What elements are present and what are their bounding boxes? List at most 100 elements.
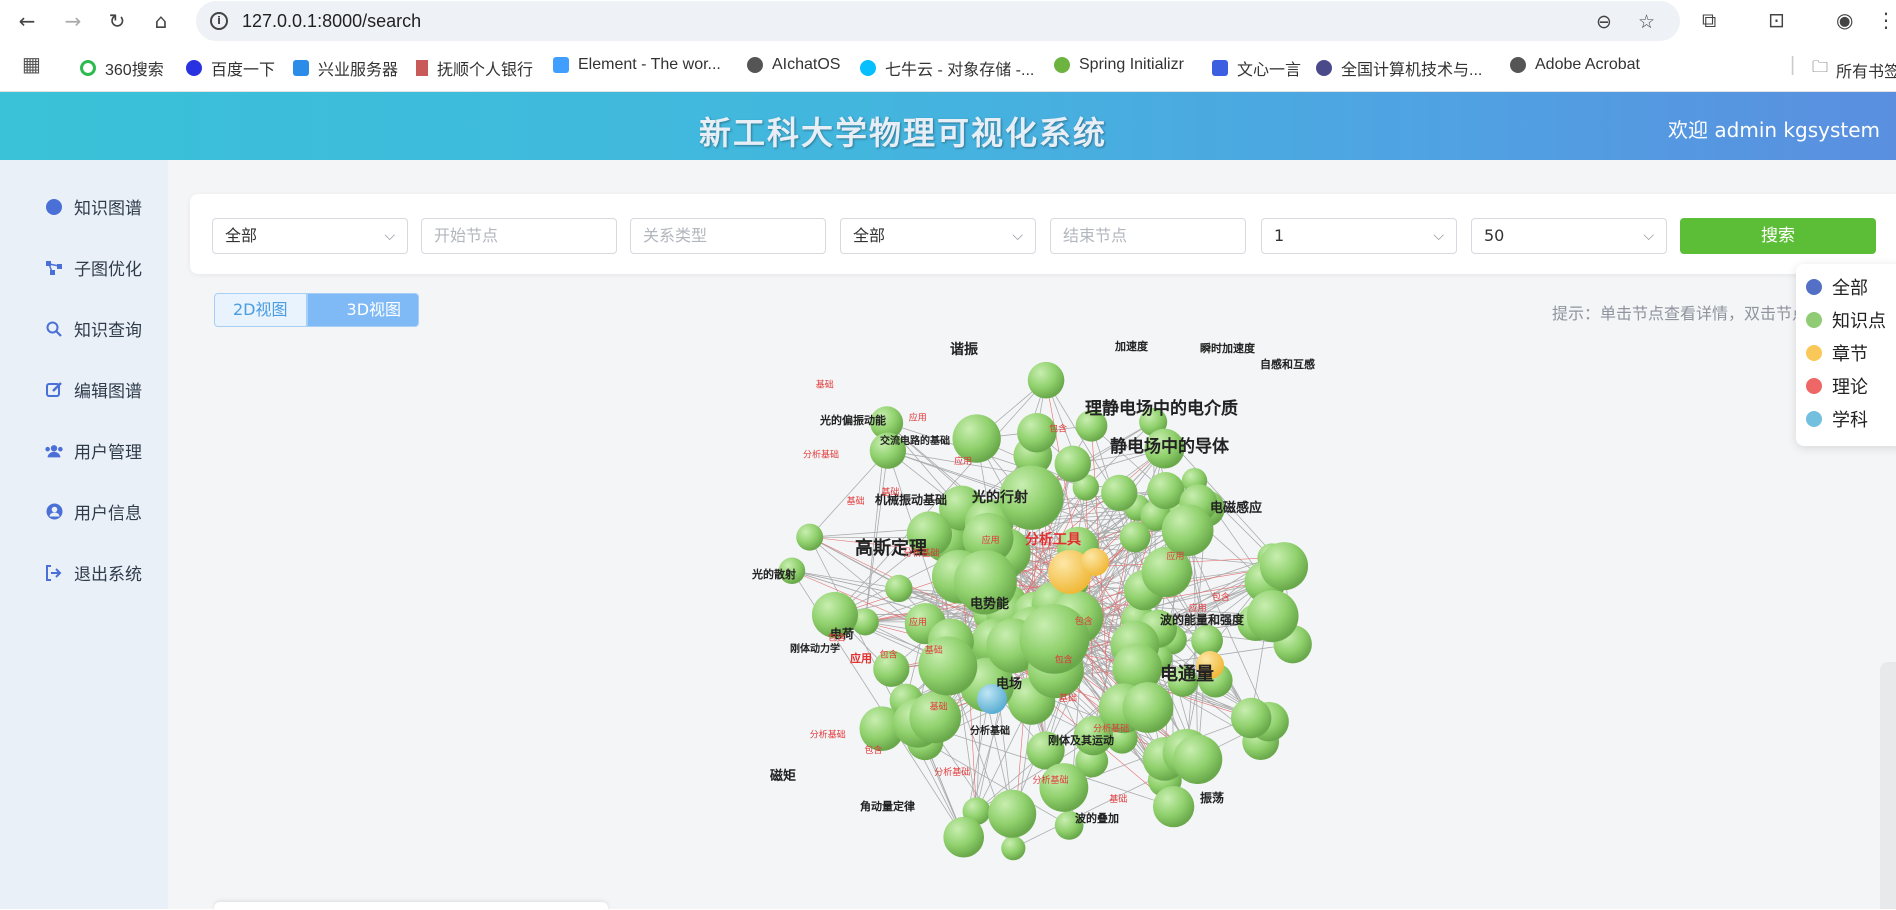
graph-node-label: 磁矩 [770, 768, 796, 784]
welcome-text: 欢迎 admin kgsystem [1668, 114, 1880, 143]
graph-node[interactable] [909, 692, 961, 744]
sidebar-item-label: 知识图谱 [74, 194, 142, 219]
bookmarks-folder[interactable]: 🗀所有书签 [1812, 56, 1896, 83]
chapter-node[interactable] [1081, 548, 1109, 576]
apps-grid-icon[interactable]: ▦ [22, 52, 41, 77]
menu-icon[interactable]: ⋮ [1876, 8, 1896, 32]
end-type-select[interactable]: 全部⌵ [840, 218, 1036, 254]
graph-node[interactable] [988, 790, 1036, 838]
graph-link-label: 应用 [1189, 602, 1207, 614]
bookmark-item[interactable]: 抚顺个人银行 [416, 56, 533, 80]
profile-icon[interactable]: ◉ [1836, 8, 1853, 32]
graph-node[interactable] [1055, 446, 1091, 482]
search-button[interactable]: 搜索 [1680, 218, 1876, 254]
reload-icon[interactable]: ↻ [104, 8, 130, 34]
sidebar-item-user-management[interactable]: 用户管理 [44, 438, 142, 463]
bookmark-item[interactable]: 全国计算机技术与... [1316, 56, 1482, 80]
graph-node[interactable] [943, 817, 984, 858]
graph-node[interactable] [1123, 682, 1174, 733]
bookmark-item[interactable]: Adobe Acrobat [1510, 56, 1640, 74]
start-type-select[interactable]: 全部⌵ [212, 218, 408, 254]
graph-link-label: 应用 [982, 534, 1000, 546]
zoom-icon[interactable]: ⊖ [1596, 11, 1612, 33]
sidebar-item-subgraph[interactable]: 子图优化 [44, 255, 142, 280]
graph-node[interactable] [1153, 786, 1194, 827]
legend-item-all[interactable]: 全部 [1806, 274, 1868, 300]
site-info-icon[interactable]: i [210, 12, 228, 30]
graph-link-label: 基础 [816, 379, 834, 391]
sidebar-item-label: 用户管理 [74, 438, 142, 463]
graph-node[interactable] [1162, 504, 1214, 556]
graph-node-label: 刚体动力学 [790, 642, 840, 655]
bookmark-item[interactable]: 文心一言 [1212, 56, 1301, 80]
forward-icon[interactable]: → [60, 8, 86, 34]
back-icon[interactable]: ← [14, 8, 40, 34]
legend-item-chapter[interactable]: 章节 [1806, 340, 1868, 366]
sidebar-item-knowledge-query[interactable]: 知识查询 [44, 316, 142, 341]
graph-node[interactable] [1231, 698, 1272, 739]
legend-item-theory[interactable]: 理论 [1806, 373, 1868, 399]
graph-node[interactable] [1260, 542, 1308, 590]
chevron-down-icon: ⌵ [1012, 219, 1023, 253]
limit-select[interactable]: 50⌵ [1471, 218, 1667, 254]
floating-side-widget[interactable] [1880, 662, 1896, 909]
relation-type-input[interactable]: 关系类型 [630, 218, 826, 254]
bookmark-item[interactable]: AIchatOS [747, 56, 840, 74]
folder-icon: 🗀 [1812, 56, 1828, 83]
home-icon[interactable]: ⌂ [148, 8, 174, 34]
sidebar-item-user-info[interactable]: 用户信息 [44, 499, 142, 524]
sidebar-item-edit-graph[interactable]: 编辑图谱 [44, 377, 142, 402]
graph-node[interactable] [1247, 590, 1299, 642]
user-circle-icon [44, 503, 64, 520]
sign-out-icon [44, 565, 64, 581]
depth-select[interactable]: 1⌵ [1261, 218, 1457, 254]
graph-link-label: 分析基础 [803, 448, 839, 460]
graph-node-label: 加速度 [1114, 339, 1149, 353]
graph-node[interactable] [1028, 362, 1065, 399]
graph-node[interactable] [1101, 475, 1137, 511]
legend-item-knowledge-point[interactable]: 知识点 [1806, 307, 1886, 333]
bookmark-star-icon[interactable]: ☆ [1638, 11, 1655, 33]
graph-node-label: 光的散射 [751, 567, 796, 581]
legend-item-subject[interactable]: 学科 [1806, 406, 1868, 432]
browser-toolbar: ← → ↻ ⌂ i 127.0.0.1:8000/search ⊖ ☆ ⧉ ⊡ … [0, 0, 1896, 42]
graph-link-label: 应用 [1166, 550, 1184, 562]
bookmark-item[interactable]: 360搜索 [80, 56, 164, 80]
graph-edge [865, 451, 888, 622]
sidebar-item-logout[interactable]: 退出系统 [44, 560, 142, 585]
tab-2d-view[interactable]: 2D视图 [214, 293, 307, 327]
bookmark-item[interactable]: Element - The wor... [553, 56, 721, 74]
extensions-icon[interactable]: ⧉ [1702, 8, 1716, 32]
graph-link-label: 基础 [930, 701, 948, 713]
sidebar: 知识图谱 子图优化 知识查询 编辑图谱 用户管理 用户信息 退出系统 [0, 160, 168, 909]
knowledge-graph-3d[interactable]: 谐振加速度瞬时加速度自感和互感理静电场中的电介质静电场中的导体光的偏振动能交流电… [740, 332, 1340, 904]
graph-node[interactable] [796, 524, 823, 551]
bookmark-item[interactable]: 百度一下 [186, 56, 275, 80]
graph-node-label: 刚体及其运动 [1048, 733, 1114, 747]
tab-3d-view[interactable]: 3D视图 [307, 293, 420, 327]
edit-icon [44, 381, 64, 398]
graph-node-label: 瞬时加速度 [1200, 341, 1256, 355]
graph-node[interactable] [1147, 472, 1184, 509]
graph-node[interactable] [1173, 735, 1222, 784]
graph-link-label: 包含 [1055, 654, 1073, 666]
sidebar-item-knowledge-graph[interactable]: 知识图谱 [44, 194, 142, 219]
graph-node[interactable] [885, 575, 912, 602]
end-node-input[interactable]: 结束节点 [1050, 218, 1246, 254]
graph-node[interactable] [1039, 763, 1088, 812]
bookmark-item[interactable]: 兴业服务器 [293, 56, 398, 80]
graph-node-label: 光的偏振动能 [819, 413, 886, 427]
bookmark-item[interactable]: Spring Initializr [1054, 56, 1184, 74]
start-node-input[interactable]: 开始节点 [421, 218, 617, 254]
graph-node-label: 应用 [850, 651, 872, 665]
view-toggle: 2D视图 3D视图 [214, 293, 419, 327]
address-bar[interactable]: i 127.0.0.1:8000/search ⊖ ☆ [196, 1, 1680, 41]
bookmark-item[interactable]: 七牛云 - 对象存储 -... [860, 56, 1034, 80]
graph-node-label: 谐振 [950, 341, 978, 358]
graph-node[interactable] [1001, 836, 1025, 860]
graph-node[interactable] [952, 414, 1000, 462]
graph-node[interactable] [1120, 522, 1151, 553]
tab-search-icon[interactable]: ⊡ [1768, 8, 1785, 32]
graph-link-label: 应用 [909, 616, 927, 628]
url-text[interactable]: 127.0.0.1:8000/search [242, 11, 421, 32]
